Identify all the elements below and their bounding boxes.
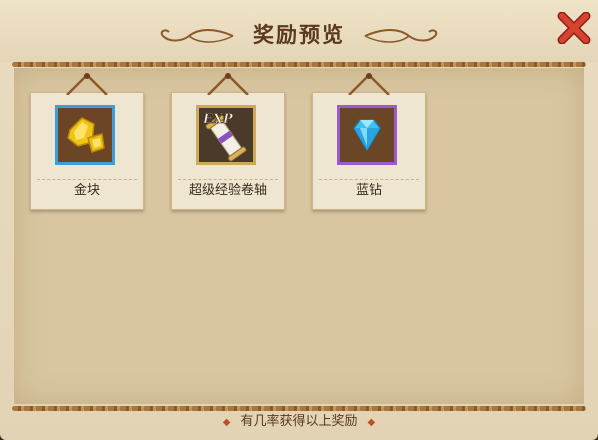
reward-icon-frame [55, 105, 115, 165]
top-rope-divider [12, 62, 586, 67]
reward-card-exp-scroll[interactable]: EXP 超级经验卷轴 [171, 73, 285, 210]
reward-icon-frame: EXP [196, 105, 256, 165]
diamond-bullet-icon: ◆ [222, 417, 231, 428]
exp-badge: EXP [202, 112, 234, 127]
card-hanger-icon [66, 73, 108, 95]
reward-card-gold[interactable]: 金块 [30, 73, 144, 210]
footer-note-text: 有几率获得以上奖励 [240, 414, 358, 429]
title-banner: 奖励预览 [155, 18, 443, 52]
right-flourish-icon [364, 29, 438, 43]
diamond-bullet-icon: ◆ [367, 417, 376, 428]
card-hanger-icon [348, 73, 390, 95]
reward-name: 金块 [73, 183, 100, 198]
reward-name: 蓝钻 [355, 183, 382, 198]
bottom-rope-divider [12, 406, 586, 411]
blue-diamond-icon [340, 108, 394, 162]
gold-nugget-icon [58, 108, 112, 162]
reward-icon-frame [337, 105, 397, 165]
card-hanger-icon [207, 73, 249, 95]
footer-note: ◆ 有几率获得以上奖励 ◆ [0, 412, 598, 433]
close-button[interactable] [556, 11, 592, 45]
reward-name: 超级经验卷轴 [188, 183, 267, 198]
reward-card-blue-diamond[interactable]: 蓝钻 [312, 73, 426, 210]
reward-preview-dialog: 奖励预览 金块 EXP 超级经验卷轴 蓝钻 ◆ 有几率获得以上奖励 ◆ [0, 0, 598, 440]
exp-scroll-icon: EXP [199, 108, 253, 162]
close-x-icon[interactable] [556, 11, 592, 45]
